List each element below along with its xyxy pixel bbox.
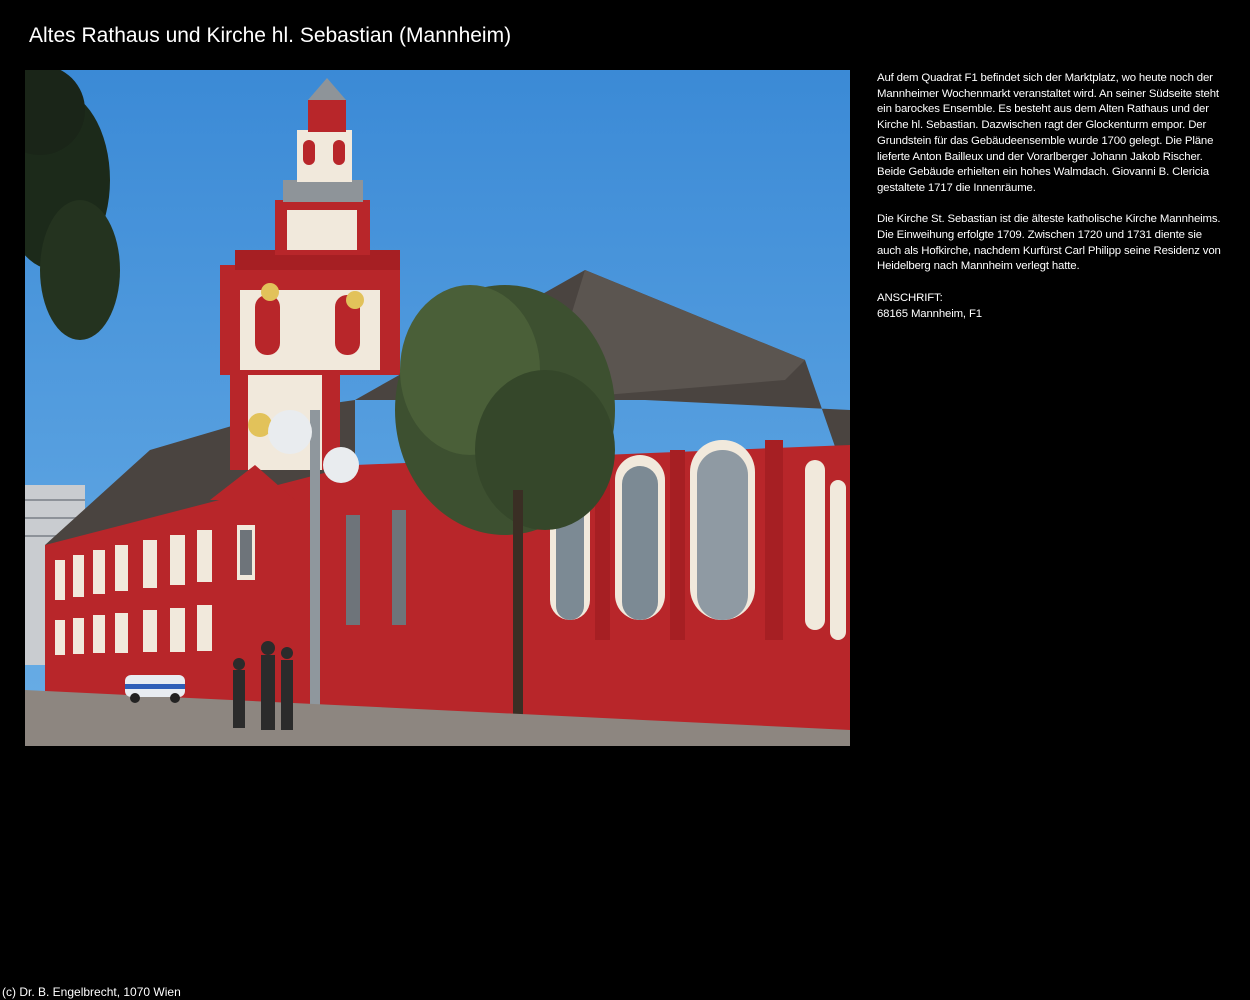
description-paragraph-church: Die Kirche St. Sebastian ist die älteste… <box>877 213 1221 273</box>
description-paragraph-history: Auf dem Quadrat F1 befindet sich der Mar… <box>877 72 1219 194</box>
address-value: 68165 Mannheim, F1 <box>877 307 982 320</box>
address-block: ANSCHRIFT: 68165 Mannheim, F1 <box>877 291 1222 322</box>
description: Auf dem Quadrat F1 befindet sich der Mar… <box>877 71 1222 322</box>
copyright-footer: (c) Dr. B. Engelbrecht, 1070 Wien <box>2 985 181 999</box>
building-photo-illustration <box>25 70 850 746</box>
address-label: ANSCHRIFT: <box>877 291 943 304</box>
page-title: Altes Rathaus und Kirche hl. Sebastian (… <box>29 24 512 47</box>
page: Altes Rathaus und Kirche hl. Sebastian (… <box>0 0 1250 1000</box>
building-photo <box>25 70 850 746</box>
